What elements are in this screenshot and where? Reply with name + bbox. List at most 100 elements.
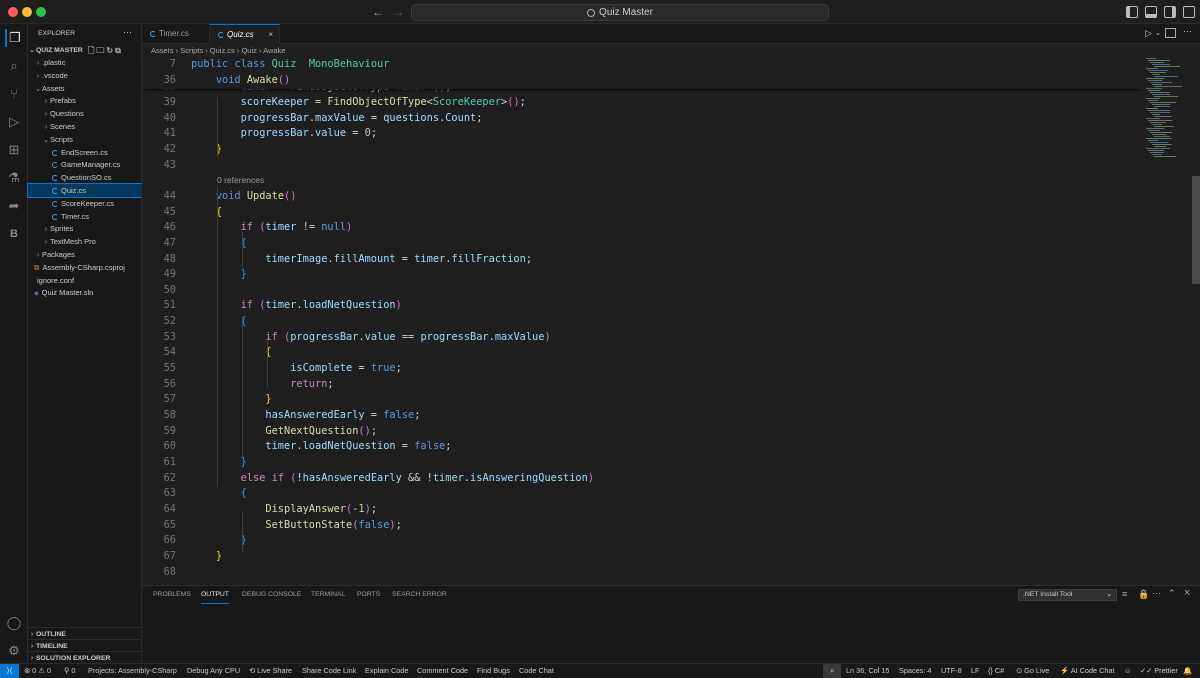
account-icon[interactable]: ◯	[5, 614, 23, 632]
minimap[interactable]	[1142, 57, 1188, 585]
tree-item[interactable]: QuestionSO.cs	[28, 171, 142, 184]
code-line[interactable]: return;	[191, 378, 333, 390]
remote-explorer-icon[interactable]: ➦	[5, 197, 23, 215]
explain-code-button[interactable]: Explain Code	[365, 664, 408, 678]
code-line[interactable]: hasAnsweredEarly = false;	[191, 409, 420, 421]
source-control-icon[interactable]: ⑂	[5, 85, 23, 103]
tree-item[interactable]: ⌄Scripts	[28, 133, 142, 146]
output-channel-select[interactable]: .NET Install Tool ⌄	[1018, 589, 1117, 601]
language-mode[interactable]: {} C#	[988, 664, 1004, 678]
close-tab-icon[interactable]: ×	[268, 25, 273, 45]
back-arrow-icon[interactable]: ←	[372, 5, 384, 19]
maximize-panel-icon[interactable]: ⌃	[1168, 588, 1176, 599]
code-line[interactable]: isComplete = true;	[191, 362, 402, 374]
code-line[interactable]: DisplayAnswer(-1);	[191, 503, 377, 515]
explorer-icon[interactable]: ❐	[5, 29, 23, 47]
breadcrumb-item[interactable]: Assets	[151, 46, 174, 55]
tree-item[interactable]: › .vscode	[28, 69, 142, 82]
tab-quiz[interactable]: Quiz.cs ×	[210, 24, 280, 44]
panel-tab[interactable]: SEARCH ERROR	[392, 586, 447, 604]
code-line[interactable]: }	[191, 456, 247, 468]
codelens-references[interactable]: 0 references	[217, 175, 264, 185]
split-editor-icon[interactable]	[1165, 28, 1176, 38]
code-line[interactable]: {	[191, 315, 247, 327]
close-panel-icon[interactable]: ×	[1184, 587, 1190, 599]
toggle-secondary-sidebar-icon[interactable]	[1164, 6, 1176, 18]
tree-item[interactable]: ⌄Assets	[28, 82, 142, 95]
end-of-line[interactable]: LF	[971, 664, 980, 678]
search-icon[interactable]: ⌕	[5, 57, 23, 75]
code-line[interactable]: scoreKeeper = FindObjectOfType<ScoreKeep…	[191, 96, 526, 108]
tree-item[interactable]: › Packages	[28, 248, 142, 261]
breadcrumb-item[interactable]: Quiz.cs	[210, 46, 235, 55]
tree-item[interactable]: › TextMesh Pro	[28, 235, 142, 248]
panel-tab[interactable]: OUTPUT	[201, 586, 229, 604]
tree-item[interactable]: ⧉ Assembly-CSharp.csproj	[28, 261, 142, 274]
tab-timer[interactable]: Timer.cs	[142, 24, 210, 44]
code-chat-button[interactable]: Code Chat	[519, 664, 554, 678]
editor-more-icon[interactable]: ···	[1183, 26, 1192, 36]
code-line[interactable]: }	[191, 550, 222, 562]
cursor-position[interactable]: Ln 36, Col 15	[846, 664, 889, 678]
code-line[interactable]: }	[191, 268, 247, 280]
code-line[interactable]: }	[191, 393, 271, 405]
panel-tab[interactable]: DEBUG CONSOLE	[242, 586, 301, 604]
panel-tab[interactable]: PROBLEMS	[153, 586, 191, 604]
code-line[interactable]: if (timer.loadNetQuestion)	[191, 299, 402, 311]
tree-item[interactable]: Quiz.cs	[27, 183, 143, 198]
prettier-button[interactable]: ✓✓ Prettier	[1140, 664, 1178, 678]
debug-config[interactable]: Debug Any CPU	[187, 664, 240, 678]
toggle-primary-sidebar-icon[interactable]	[1126, 6, 1138, 18]
maximize-window-button[interactable]	[36, 7, 46, 17]
sticky-line[interactable]: public class Quiz MonoBehaviour	[191, 58, 389, 70]
tree-item[interactable]: › .plastic	[28, 56, 142, 69]
copilot-icon[interactable]: ☺	[1124, 664, 1131, 678]
tree-item[interactable]: EndScreen.cs	[28, 146, 142, 159]
customize-layout-icon[interactable]	[1183, 6, 1195, 18]
panel-more-icon[interactable]: ···	[1152, 588, 1161, 598]
code-line[interactable]: else if (!hasAnsweredEarly && !timer.isA…	[191, 472, 594, 484]
panel-tab[interactable]: PORTS	[357, 586, 380, 604]
code-line[interactable]: timer.loadNetQuestion = false;	[191, 440, 451, 452]
editor-scrollbar[interactable]	[1192, 176, 1200, 284]
ports-indicator[interactable]: ⚲ 0	[64, 664, 75, 678]
notifications-bell-icon[interactable]: 🔔	[1183, 664, 1192, 678]
code-line[interactable]: {	[191, 487, 247, 499]
indentation[interactable]: Spaces: 4	[899, 664, 931, 678]
command-center-search[interactable]: Quiz Master	[411, 4, 829, 21]
lock-scroll-icon[interactable]: 🔒	[1138, 589, 1149, 600]
tree-item[interactable]: GameManager.cs	[28, 158, 142, 171]
encoding[interactable]: UTF-8	[941, 664, 962, 678]
code-line[interactable]: {	[191, 346, 271, 358]
breadcrumb-item[interactable]: Scripts	[180, 46, 203, 55]
share-code-link-button[interactable]: Share Code Link	[302, 664, 356, 678]
more-actions-icon[interactable]: ···	[123, 27, 132, 37]
settings-gear-icon[interactable]: ⚙	[5, 642, 23, 660]
tree-item[interactable]: › Prefabs	[28, 94, 142, 107]
find-bugs-button[interactable]: Find Bugs	[477, 664, 510, 678]
code-line[interactable]: if (timer != null)	[191, 221, 353, 233]
live-share-button[interactable]: ⟲ Live Share	[249, 664, 292, 678]
code-line[interactable]: {	[191, 237, 247, 249]
tree-item[interactable]: ◆ Quiz Master.sln	[28, 286, 142, 299]
run-dropdown-icon[interactable]: ⌄	[1155, 29, 1161, 37]
breadcrumb-item[interactable]: Awake	[263, 46, 285, 55]
zoom-icon[interactable]: ⌕	[823, 664, 841, 678]
ai-code-chat-button[interactable]: ⚡ AI Code Chat	[1060, 664, 1115, 678]
tree-item[interactable]: ScoreKeeper.cs	[28, 197, 142, 210]
b-extension-icon[interactable]: B	[5, 225, 23, 243]
go-live-button[interactable]: ⊙ Go Live	[1016, 664, 1049, 678]
code-line[interactable]: progressBar.value = 0;	[191, 127, 377, 139]
tree-item[interactable]: › Questions	[28, 107, 142, 120]
panel-tab[interactable]: TERMINAL	[311, 586, 345, 604]
tree-item[interactable]: Timer.cs	[28, 210, 142, 223]
sticky-line[interactable]: void Awake()	[191, 74, 290, 86]
tree-item[interactable]: › Sprites	[28, 222, 142, 235]
extensions-icon[interactable]: ⊞	[5, 141, 23, 159]
toggle-panel-icon[interactable]	[1145, 6, 1157, 18]
run-debug-icon[interactable]: ▷	[5, 113, 23, 131]
testing-flask-icon[interactable]: ⚗	[5, 169, 23, 187]
forward-arrow-icon[interactable]: →	[392, 5, 404, 19]
minimize-window-button[interactable]	[22, 7, 32, 17]
problems-indicator[interactable]: ⊗ 0 ⚠ 0	[24, 664, 51, 678]
